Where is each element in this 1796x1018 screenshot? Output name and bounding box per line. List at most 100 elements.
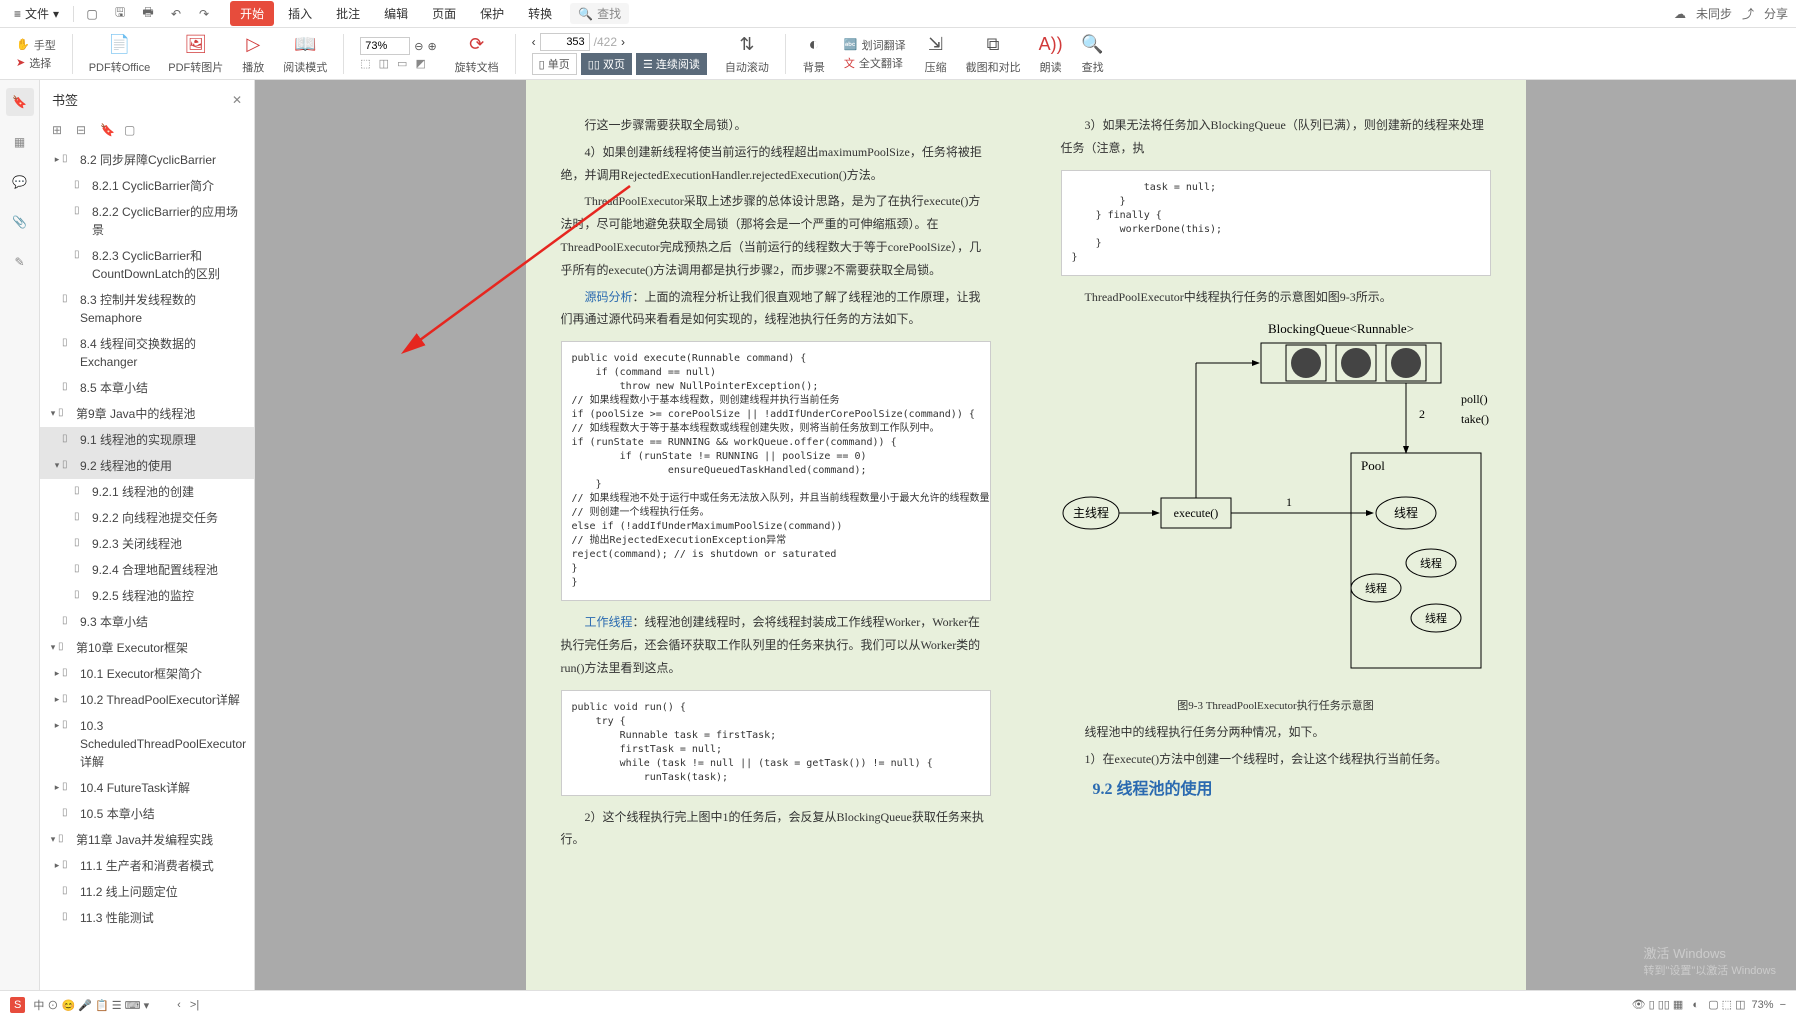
bookmark-item[interactable]: ▯9.2.2 向线程池提交任务 <box>40 505 254 531</box>
ime-icon[interactable]: S <box>10 997 25 1013</box>
nav-icons[interactable]: ‹ >| <box>177 999 199 1011</box>
attachments-tab-icon[interactable]: 📎 <box>6 208 34 236</box>
fit-icon[interactable]: ◩ <box>415 57 425 70</box>
tree-arrow-icon[interactable]: ▸ <box>52 667 62 681</box>
tab-protect[interactable]: 保护 <box>470 1 514 26</box>
tree-arrow-icon[interactable]: ▸ <box>52 153 62 167</box>
word-translate[interactable]: 🔤划词翻译 <box>844 37 906 53</box>
bookmark-item[interactable]: ▯8.5 本章小结 <box>40 375 254 401</box>
save-icon[interactable]: 🖫 <box>110 4 130 24</box>
bookmark-item[interactable]: ▯9.2.4 合理地配置线程池 <box>40 557 254 583</box>
undo-icon[interactable]: ↶ <box>166 4 186 24</box>
bookmark-item[interactable]: ▾▯第11章 Java并发编程实践 <box>40 827 254 853</box>
tab-page[interactable]: 页面 <box>422 1 466 26</box>
share-icon[interactable]: ⤴ <box>1742 5 1754 22</box>
bookmark-item[interactable]: ▯9.2.3 关闭线程池 <box>40 531 254 557</box>
bookmark-item[interactable]: ▯11.3 性能测试 <box>40 905 254 931</box>
bookmark-item[interactable]: ▸▯10.1 Executor框架简介 <box>40 661 254 687</box>
share-label[interactable]: 分享 <box>1764 5 1788 22</box>
compress-btn[interactable]: ⇲压缩 <box>918 33 954 75</box>
fit-width-icon[interactable]: ⬚ <box>360 57 370 70</box>
pdf-to-image[interactable]: 🖼PDF转图片 <box>162 33 229 75</box>
tab-edit[interactable]: 编辑 <box>374 1 418 26</box>
bookmark-item[interactable]: ▸▯10.3 ScheduledThreadPoolExecutor详解 <box>40 713 254 775</box>
dual-page-btn[interactable]: ▯▯ 双页 <box>581 53 632 75</box>
read-mode[interactable]: 📖阅读模式 <box>277 33 333 75</box>
background-btn[interactable]: ◐背景 <box>796 33 832 75</box>
print-icon[interactable]: 🖶 <box>138 4 158 24</box>
thumbnails-tab-icon[interactable]: ▦ <box>6 128 34 156</box>
tree-arrow-icon[interactable]: ▾ <box>52 459 62 473</box>
next-page-icon[interactable]: › <box>621 35 625 49</box>
tab-insert[interactable]: 插入 <box>278 1 322 26</box>
bookmark-item[interactable]: ▯9.2.1 线程池的创建 <box>40 479 254 505</box>
bookmark-item[interactable]: ▯8.2.2 CyclicBarrier的应用场景 <box>40 199 254 243</box>
bookmark-item[interactable]: ▯8.2.3 CyclicBarrier和CountDownLatch的区别 <box>40 243 254 287</box>
tree-arrow-icon[interactable]: ▸ <box>52 719 62 733</box>
play-button[interactable]: ▷播放 <box>235 33 271 75</box>
hand-tool[interactable]: ✋手型 <box>16 37 56 53</box>
bookmark-item[interactable]: ▾▯9.2 线程池的使用 <box>40 453 254 479</box>
prev-page-icon[interactable]: ‹ <box>532 35 536 49</box>
document-viewport[interactable]: 行这一步骤需要获取全局锁）。 4）如果创建新线程将使当前运行的线程超出maxim… <box>255 80 1796 990</box>
bookmarks-tab-icon[interactable]: 🔖 <box>6 88 34 116</box>
tree-arrow-icon[interactable]: ▸ <box>52 781 62 795</box>
tree-arrow-icon[interactable]: ▸ <box>52 693 62 707</box>
signatures-tab-icon[interactable]: ✎ <box>6 248 34 276</box>
bookmark-item[interactable]: ▸▯10.2 ThreadPoolExecutor详解 <box>40 687 254 713</box>
page-number-input[interactable] <box>540 33 590 51</box>
view-mode-icons[interactable]: 👁 ▯ ▯▯ ▦ ◐ ▢ ⬚ ◫ <box>1632 998 1746 1011</box>
office-icon: 📄 <box>107 33 131 57</box>
tab-convert[interactable]: 转换 <box>518 1 562 26</box>
bookmark-item[interactable]: ▾▯第9章 Java中的线程池 <box>40 401 254 427</box>
single-page-btn[interactable]: ▯ 单页 <box>532 53 577 75</box>
file-menu[interactable]: ≡ 文件 ▾ <box>8 3 65 24</box>
cloud-icon[interactable]: ☁ <box>1674 7 1686 21</box>
tree-arrow-icon[interactable]: ▾ <box>48 407 58 421</box>
collapse-all-icon[interactable]: ⊟ <box>76 123 92 139</box>
crop-compare-btn[interactable]: ⧉截图和对比 <box>960 33 1027 75</box>
add-bookmark-icon[interactable]: 🔖 <box>100 123 116 139</box>
zoom-in-icon[interactable]: ⊕ <box>427 40 436 53</box>
zoom-out-icon[interactable]: − <box>1780 999 1786 1011</box>
auto-scroll[interactable]: ⇅自动滚动 <box>719 33 775 75</box>
open-icon[interactable]: ▢ <box>82 4 102 24</box>
expand-all-icon[interactable]: ⊞ <box>52 123 68 139</box>
ime-status[interactable]: 中 ⊙ 😊 🎤 📋 ☰ ⌨ ▾ <box>33 997 149 1013</box>
comments-tab-icon[interactable]: 💬 <box>6 168 34 196</box>
continuous-btn[interactable]: ☰ 连续阅读 <box>636 53 707 75</box>
rotate-button[interactable]: ⟳旋转文档 <box>449 33 505 75</box>
tree-arrow-icon[interactable]: ▸ <box>52 859 62 873</box>
bookmark-item[interactable]: ▸▯8.2 同步屏障CyclicBarrier <box>40 147 254 173</box>
close-panel-icon[interactable]: ✕ <box>232 93 242 107</box>
sync-label[interactable]: 未同步 <box>1696 5 1732 22</box>
zoom-out-icon[interactable]: ⊖ <box>414 40 423 53</box>
bookmark-item[interactable]: ▯11.2 线上问题定位 <box>40 879 254 905</box>
bookmark-item[interactable]: ▯9.2.5 线程池的监控 <box>40 583 254 609</box>
zoom-status[interactable]: 73% <box>1752 999 1774 1011</box>
bookmark-item[interactable]: ▯9.1 线程池的实现原理 <box>40 427 254 453</box>
bookmark-item[interactable]: ▯8.3 控制并发线程数的Semaphore <box>40 287 254 331</box>
bookmark-item[interactable]: ▸▯11.1 生产者和消费者模式 <box>40 853 254 879</box>
select-tool[interactable]: ➤选择 <box>16 55 56 71</box>
tab-annotate[interactable]: 批注 <box>326 1 370 26</box>
search-box[interactable]: 🔍 查找 <box>570 3 629 24</box>
bookmark-item[interactable]: ▯10.5 本章小结 <box>40 801 254 827</box>
tab-start[interactable]: 开始 <box>230 1 274 26</box>
bookmark-item[interactable]: ▯8.2.1 CyclicBarrier简介 <box>40 173 254 199</box>
tree-arrow-icon[interactable]: ▾ <box>48 641 58 655</box>
read-aloud-btn[interactable]: A))朗读 <box>1033 33 1069 75</box>
redo-icon[interactable]: ↷ <box>194 4 214 24</box>
bookmark-item[interactable]: ▸▯10.4 FutureTask详解 <box>40 775 254 801</box>
full-translate[interactable]: 文全文翻译 <box>844 55 906 71</box>
bookmark-icon[interactable]: ▢ <box>124 123 140 139</box>
bookmark-item[interactable]: ▯9.3 本章小结 <box>40 609 254 635</box>
bookmark-item[interactable]: ▯8.4 线程间交换数据的Exchanger <box>40 331 254 375</box>
bookmark-item[interactable]: ▾▯第10章 Executor框架 <box>40 635 254 661</box>
pdf-to-office[interactable]: 📄PDF转Office <box>83 33 157 75</box>
tree-arrow-icon[interactable]: ▾ <box>48 833 58 847</box>
fit-page-icon[interactable]: ◫ <box>379 57 389 70</box>
zoom-input[interactable] <box>360 37 410 55</box>
actual-size-icon[interactable]: ▭ <box>397 57 407 70</box>
find-btn[interactable]: 🔍查找 <box>1075 33 1111 75</box>
